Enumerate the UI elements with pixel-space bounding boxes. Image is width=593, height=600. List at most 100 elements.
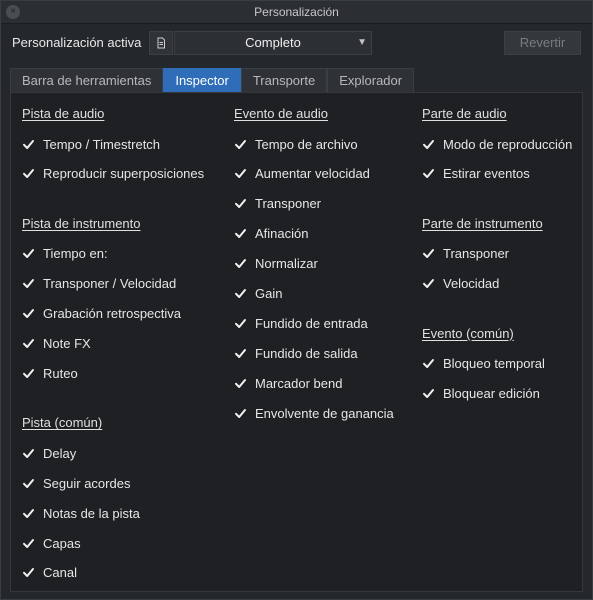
checkbox-option[interactable]: Capas bbox=[22, 535, 81, 551]
checkbox-option[interactable]: Transponer / Velocidad bbox=[22, 276, 176, 292]
checkbox-label: Modo de reproducción bbox=[443, 136, 573, 152]
checkbox-label: Marcador bend bbox=[255, 375, 343, 391]
checkbox-option[interactable]: Fundido de entrada bbox=[234, 315, 368, 331]
checkmark-icon[interactable] bbox=[422, 167, 435, 180]
window-title: Personalización bbox=[254, 5, 339, 19]
checkbox-label: Envolvente de ganancia bbox=[255, 405, 394, 421]
checkmark-icon[interactable] bbox=[234, 377, 247, 390]
checkbox-option[interactable]: Tiempo en: bbox=[22, 246, 108, 262]
checkbox-option[interactable]: Bloquear edición bbox=[422, 386, 540, 402]
tab-inspector[interactable]: Inspector bbox=[163, 68, 241, 92]
checkbox-label: Fundido de salida bbox=[255, 345, 358, 361]
checkbox-option[interactable]: Gain bbox=[234, 286, 282, 302]
checkbox-label: Aumentar velocidad bbox=[255, 166, 370, 182]
checkmark-icon[interactable] bbox=[422, 387, 435, 400]
tab-explorador[interactable]: Explorador bbox=[327, 68, 415, 92]
checkbox-option[interactable]: Estirar eventos bbox=[422, 166, 530, 182]
checkbox-option[interactable]: Notas de la pista bbox=[22, 505, 140, 521]
checkmark-icon[interactable] bbox=[234, 138, 247, 151]
checkbox-option[interactable]: Modo de reproducción bbox=[422, 136, 572, 152]
section-title: Pista (común) bbox=[22, 415, 103, 431]
checkbox-option[interactable]: Ruteo bbox=[22, 365, 78, 381]
revert-button[interactable]: Revertir bbox=[504, 31, 581, 55]
checkmark-icon[interactable] bbox=[422, 357, 435, 370]
checkmark-icon[interactable] bbox=[22, 566, 35, 579]
checkbox-option[interactable]: Tempo / Timestretch bbox=[22, 136, 160, 152]
checkmark-icon[interactable] bbox=[22, 138, 35, 151]
checkbox-label: Transponer bbox=[443, 246, 509, 262]
checkmark-icon[interactable] bbox=[234, 257, 247, 270]
section-title: Evento de audio bbox=[234, 106, 328, 121]
checkbox-label: Bloqueo temporal bbox=[443, 356, 545, 372]
checkmark-icon[interactable] bbox=[22, 367, 35, 380]
checkbox-label: Fundido de entrada bbox=[255, 315, 368, 331]
checkmark-icon[interactable] bbox=[22, 537, 35, 550]
checkmark-icon[interactable] bbox=[22, 277, 35, 290]
checkbox-option[interactable]: Normalizar bbox=[234, 256, 318, 272]
checkbox-option[interactable]: Envolvente de ganancia bbox=[234, 405, 394, 421]
profile-row: Personalización activa Completo ▼ Revert… bbox=[1, 31, 592, 57]
section-title: Parte de instrumento bbox=[422, 215, 543, 231]
checkbox-option[interactable]: Transponer bbox=[422, 246, 509, 262]
checkmark-icon[interactable] bbox=[22, 477, 35, 490]
checkmark-icon[interactable] bbox=[234, 317, 247, 330]
checkbox-option[interactable]: Grabación retrospectiva bbox=[22, 306, 181, 322]
checkbox-label: Seguir acordes bbox=[43, 475, 131, 491]
close-icon[interactable]: × bbox=[6, 5, 20, 19]
checkmark-icon[interactable] bbox=[234, 167, 247, 180]
active-profile-label: Personalización activa bbox=[12, 35, 142, 50]
tab-barra-de-herramientas[interactable]: Barra de herramientas bbox=[10, 68, 164, 92]
checkmark-icon[interactable] bbox=[234, 407, 247, 420]
checkmark-icon[interactable] bbox=[422, 247, 435, 260]
checkmark-icon[interactable] bbox=[22, 507, 35, 520]
checkbox-label: Reproducir superposiciones bbox=[43, 166, 205, 182]
title-bar: × Personalización bbox=[1, 1, 592, 24]
checkmark-icon[interactable] bbox=[422, 277, 435, 290]
checkmark-icon[interactable] bbox=[234, 197, 247, 210]
checkmark-icon[interactable] bbox=[234, 227, 247, 240]
checkbox-option[interactable]: Delay bbox=[22, 445, 76, 461]
checkbox-option[interactable]: Note FX bbox=[22, 336, 91, 352]
chevron-down-icon: ▼ bbox=[357, 37, 367, 48]
checkbox-option[interactable]: Fundido de salida bbox=[234, 345, 358, 361]
checkbox-label: Note FX bbox=[43, 336, 91, 351]
checkmark-icon[interactable] bbox=[22, 337, 35, 350]
checkbox-label: Ruteo bbox=[43, 365, 78, 381]
checkbox-option[interactable]: Marcador bend bbox=[234, 375, 342, 391]
checkmark-icon[interactable] bbox=[234, 287, 247, 300]
checkbox-label: Afinación bbox=[255, 226, 309, 242]
tab-transporte[interactable]: Transporte bbox=[240, 68, 328, 92]
checkbox-label: Tempo de archivo bbox=[255, 136, 358, 152]
checkbox-label: Tiempo en: bbox=[43, 246, 108, 262]
checkmark-icon[interactable] bbox=[422, 138, 435, 151]
checkbox-label: Bloquear edición bbox=[443, 386, 540, 401]
customization-dialog: × Personalización Personalización activa… bbox=[0, 0, 593, 600]
checkbox-option[interactable]: Tempo de archivo bbox=[234, 136, 358, 152]
checkbox-option[interactable]: Bloqueo temporal bbox=[422, 356, 545, 372]
checkbox-label: Velocidad bbox=[443, 276, 500, 292]
checkbox-label: Notas de la pista bbox=[43, 505, 140, 521]
checkbox-option[interactable]: Aumentar velocidad bbox=[234, 166, 370, 182]
document-icon[interactable] bbox=[149, 31, 173, 55]
checkbox-label: Normalizar bbox=[255, 256, 318, 272]
checkbox-option[interactable]: Reproducir superposiciones bbox=[22, 166, 204, 182]
checkmark-icon[interactable] bbox=[22, 447, 35, 460]
inspector-panel: Pista de audio Tempo / Timestretch Reprodu… bbox=[10, 92, 583, 592]
checkbox-option[interactable]: Afinación bbox=[234, 226, 308, 242]
checkmark-icon[interactable] bbox=[22, 167, 35, 180]
checkbox-option[interactable]: Transponer bbox=[234, 196, 321, 212]
profile-select[interactable]: Completo ▼ bbox=[174, 31, 372, 55]
checkbox-option[interactable]: Seguir acordes bbox=[22, 475, 130, 491]
checkbox-label: Capas bbox=[43, 535, 81, 551]
checkmark-icon[interactable] bbox=[22, 307, 35, 320]
checkmark-icon[interactable] bbox=[22, 247, 35, 260]
checkbox-label: Estirar eventos bbox=[443, 166, 530, 182]
checkbox-option[interactable]: Velocidad bbox=[422, 276, 499, 292]
checkbox-label: Grabación retrospectiva bbox=[43, 306, 182, 322]
checkmark-icon[interactable] bbox=[234, 347, 247, 360]
checkbox-option[interactable]: Canal bbox=[22, 565, 77, 581]
checkbox-label: Delay bbox=[43, 445, 77, 461]
checkbox-label: Canal bbox=[43, 565, 77, 581]
checkbox-label: Gain bbox=[255, 286, 283, 301]
tab-bar: Barra de herramientas Inspector Transporte… bbox=[10, 68, 415, 92]
